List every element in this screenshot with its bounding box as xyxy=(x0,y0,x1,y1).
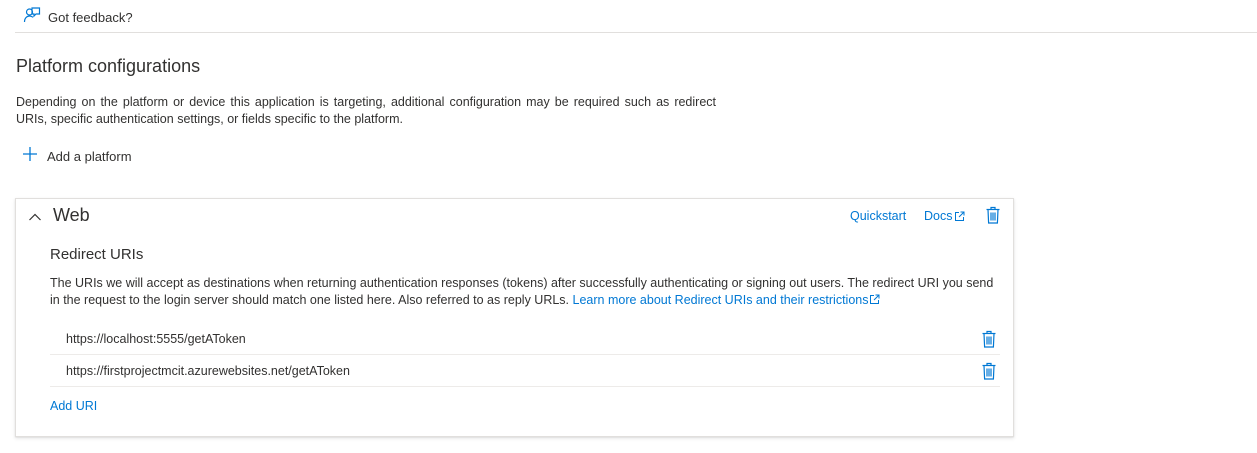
docs-label: Docs xyxy=(924,209,953,223)
docs-link[interactable]: Docs xyxy=(924,209,965,223)
page-title: Platform configurations xyxy=(16,56,201,76)
delete-uri-button[interactable] xyxy=(982,330,996,353)
redirect-uri-value[interactable]: https://firstprojectmcit.azurewebsites.n… xyxy=(66,364,350,378)
feedback-label: Got feedback? xyxy=(48,10,133,25)
card-title: Web xyxy=(53,205,90,225)
redirect-uris-title: Redirect URIs xyxy=(50,246,144,263)
delete-uri-button[interactable] xyxy=(982,362,996,385)
redirect-uris-description: The URIs we will accept as destinations … xyxy=(50,275,995,309)
external-link-icon xyxy=(870,294,880,304)
trash-icon xyxy=(982,330,996,348)
learn-more-redirect-uris-link[interactable]: Learn more about Redirect URIs and their… xyxy=(573,293,881,307)
top-bar: Got feedback? xyxy=(15,0,1257,33)
quickstart-link[interactable]: Quickstart xyxy=(850,209,906,223)
plus-icon xyxy=(22,146,38,167)
external-link-icon xyxy=(955,211,965,221)
add-platform-label: Add a platform xyxy=(47,149,132,164)
trash-icon xyxy=(982,362,996,380)
feedback-person-icon xyxy=(23,6,41,29)
learn-more-label: Learn more about Redirect URIs and their… xyxy=(572,293,869,307)
web-platform-card: Web Quickstart Docs Redirect URIs The UR… xyxy=(15,198,1014,437)
card-header: Web Quickstart Docs xyxy=(16,199,1013,235)
redirect-uri-value[interactable]: https://localhost:5555/getAToken xyxy=(66,332,246,346)
chevron-up-icon[interactable] xyxy=(28,210,42,224)
add-platform-button[interactable]: Add a platform xyxy=(22,146,132,167)
delete-platform-button[interactable] xyxy=(986,206,1000,229)
trash-icon xyxy=(986,206,1000,224)
redirect-uri-row: https://localhost:5555/getAToken xyxy=(50,323,1000,355)
section-description: Depending on the platform or device this… xyxy=(16,95,716,126)
redirect-uri-row: https://firstprojectmcit.azurewebsites.n… xyxy=(50,355,1000,387)
feedback-button[interactable]: Got feedback? xyxy=(23,6,133,29)
add-uri-link[interactable]: Add URI xyxy=(50,399,97,413)
